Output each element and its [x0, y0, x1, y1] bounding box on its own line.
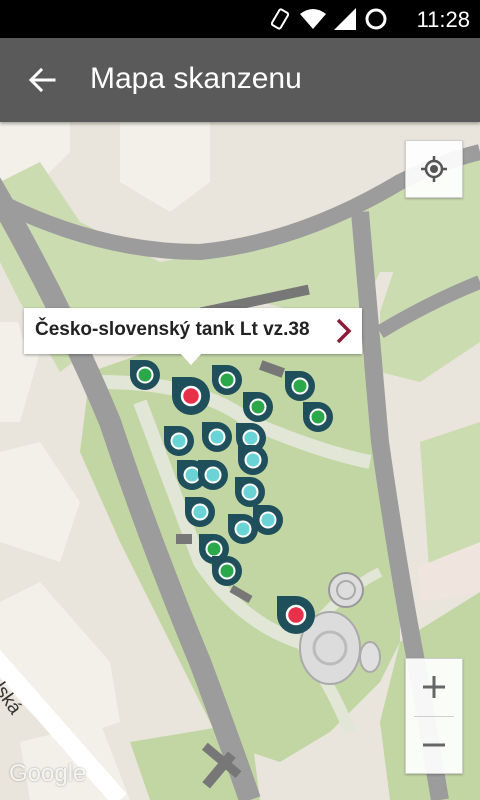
minus-icon — [423, 743, 445, 747]
wifi-icon — [300, 9, 326, 29]
arrow-back-icon — [28, 67, 56, 93]
map-pin-selected[interactable] — [170, 375, 212, 417]
map-pin[interactable] — [183, 495, 217, 529]
map-pin[interactable] — [241, 390, 275, 424]
marker-info-callout[interactable]: Česko-slovenský tank Lt vz.38 — [24, 308, 362, 354]
vibrate-icon — [270, 8, 290, 30]
google-logo: Google — [9, 760, 87, 787]
zoom-out-button[interactable] — [406, 717, 462, 773]
chevron-right-icon — [336, 318, 352, 344]
map-pin[interactable] — [226, 512, 260, 546]
map-pin[interactable] — [301, 400, 335, 434]
map-pin[interactable] — [162, 424, 196, 458]
status-time: 11:28 — [416, 7, 470, 32]
map-pin[interactable] — [200, 420, 234, 454]
my-location-button[interactable] — [405, 140, 463, 198]
page-title: Mapa skanzenu — [90, 62, 302, 95]
callout-title: Česko-slovenský tank Lt vz.38 — [35, 319, 310, 340]
map-pin-highlighted[interactable] — [275, 594, 317, 636]
map-pin[interactable] — [283, 369, 317, 403]
battery-loading-icon — [365, 8, 387, 30]
map-pin[interactable] — [196, 458, 230, 492]
zoom-in-button[interactable] — [406, 659, 462, 715]
signal-icon — [334, 8, 356, 30]
map-pin[interactable] — [210, 363, 244, 397]
map-view[interactable]: Česko-slovenský tank Lt vz.38 ulská Goog… — [0, 122, 480, 800]
map-pin[interactable] — [236, 443, 270, 477]
back-button[interactable] — [22, 60, 62, 100]
zoom-controls — [405, 658, 463, 774]
map-pin[interactable] — [210, 554, 244, 588]
status-bar: 11:28 — [0, 0, 480, 38]
plus-icon — [423, 676, 445, 698]
status-icons — [268, 6, 388, 32]
app-bar: Mapa skanzenu — [0, 38, 480, 122]
callout-tail — [180, 353, 202, 365]
crosshair-icon — [421, 156, 447, 182]
map-pin[interactable] — [128, 358, 162, 392]
